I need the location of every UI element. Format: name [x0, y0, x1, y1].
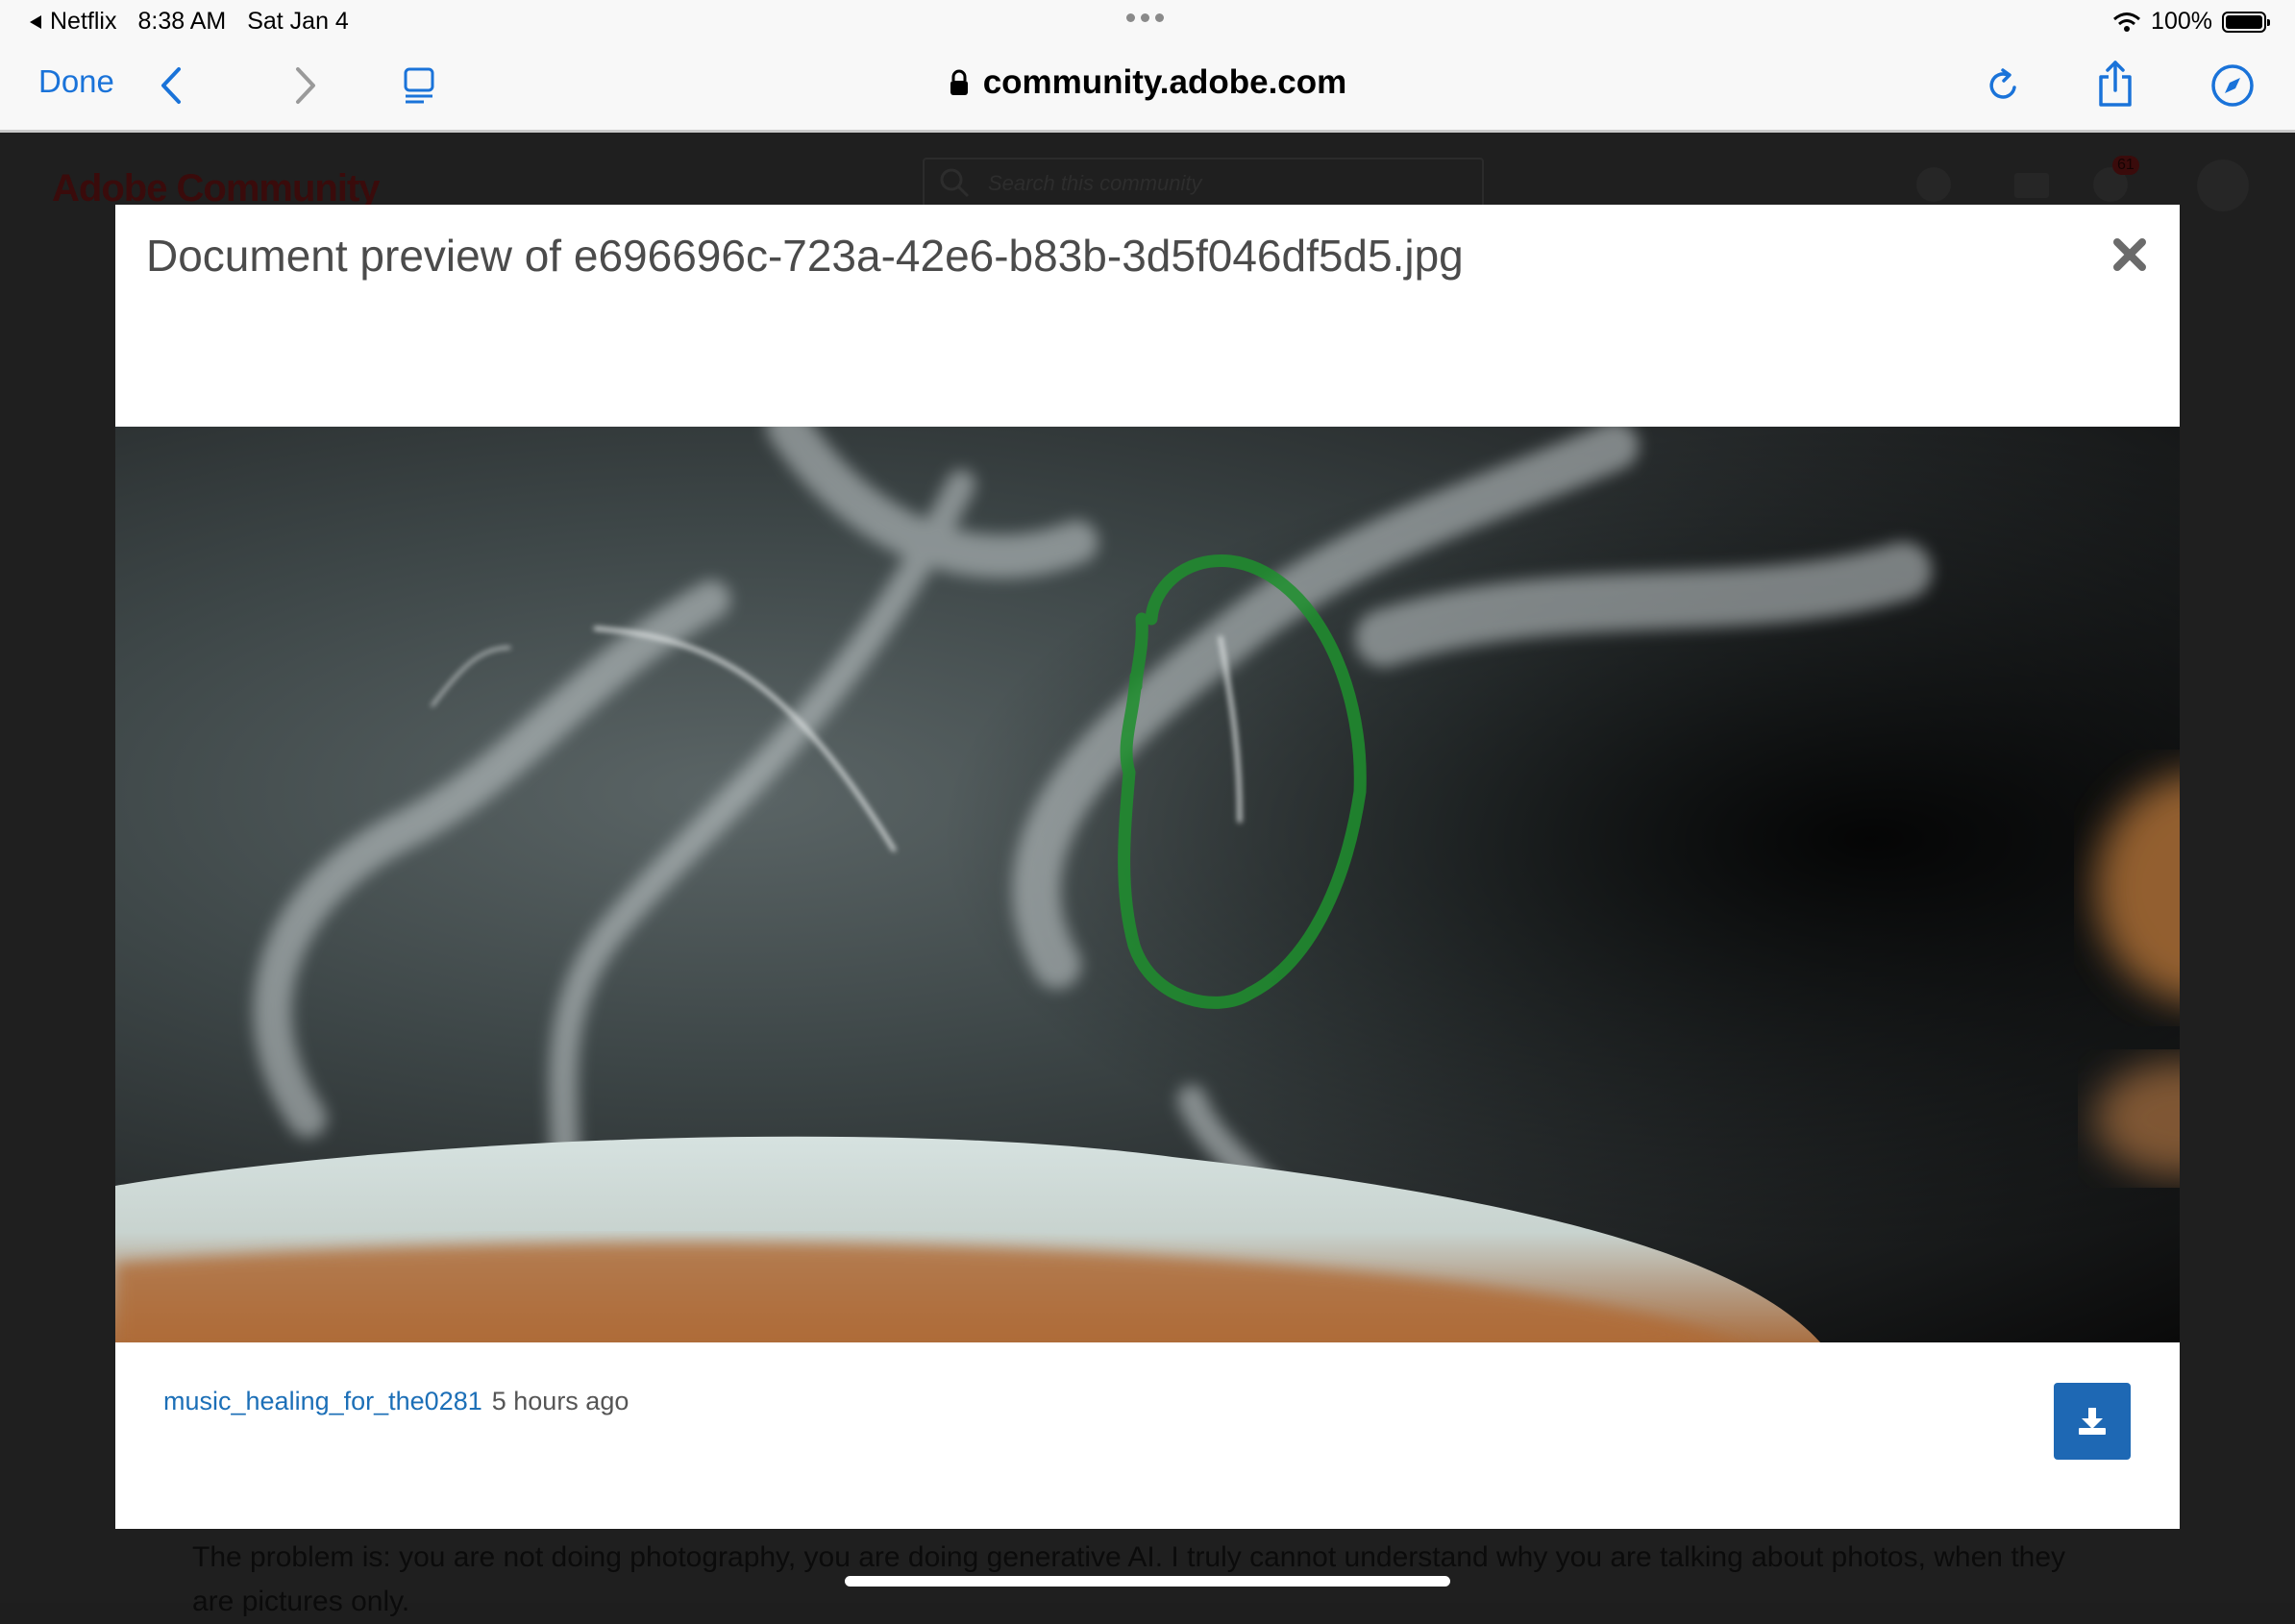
download-button[interactable]	[2054, 1383, 2131, 1460]
mail-icon	[2014, 173, 2049, 198]
globe-icon	[1916, 167, 1951, 202]
posted-time: 5 hours ago	[491, 1387, 629, 1415]
back-app-name: Netflix	[50, 8, 117, 35]
dialog-title: Document preview of e696696c-723a-42e6-b…	[146, 231, 1464, 281]
community-search: Search this community	[923, 158, 1484, 208]
reload-icon	[1989, 68, 2016, 99]
notification-badge: 61	[2112, 156, 2139, 175]
browser-toolbar: Done community.adobe.com	[0, 44, 2295, 133]
bell-icon: 61	[2093, 156, 2139, 202]
document-preview-dialog: Document preview of e696696c-723a-42e6-b…	[115, 205, 2180, 1529]
battery-icon	[2222, 11, 2270, 33]
share-icon	[2099, 61, 2132, 107]
lock-icon	[950, 69, 968, 95]
status-time: 8:38 AM	[137, 8, 227, 35]
reload-button[interactable]	[1980, 60, 2028, 111]
address-bar[interactable]: community.adobe.com	[0, 63, 2295, 102]
battery-percent: 100%	[2151, 8, 2212, 35]
author-link[interactable]: music_healing_for_the0281	[163, 1387, 482, 1416]
back-triangle-icon	[30, 14, 41, 29]
wifi-icon	[2113, 12, 2141, 32]
search-icon	[940, 168, 970, 198]
close-icon	[2113, 238, 2146, 271]
back-to-app[interactable]: Netflix	[29, 8, 116, 36]
avatar	[2197, 160, 2249, 211]
steam-photo	[115, 427, 2180, 1342]
attachment-meta: music_healing_for_the0281 5 hours ago	[163, 1387, 629, 1416]
status-bar: Netflix 8:38 AM Sat Jan 4 100%	[0, 0, 2295, 44]
url-text: community.adobe.com	[982, 63, 1347, 101]
status-date: Sat Jan 4	[247, 8, 349, 35]
multitasking-dots[interactable]	[1126, 13, 1164, 22]
download-icon	[2079, 1408, 2106, 1435]
search-placeholder: Search this community	[988, 171, 1202, 195]
close-button[interactable]	[2110, 235, 2149, 274]
preview-image	[115, 427, 2180, 1342]
home-indicator[interactable]	[845, 1576, 1450, 1587]
share-button[interactable]	[2091, 54, 2139, 113]
compass-button[interactable]	[2207, 60, 2258, 111]
compass-icon	[2211, 64, 2254, 107]
